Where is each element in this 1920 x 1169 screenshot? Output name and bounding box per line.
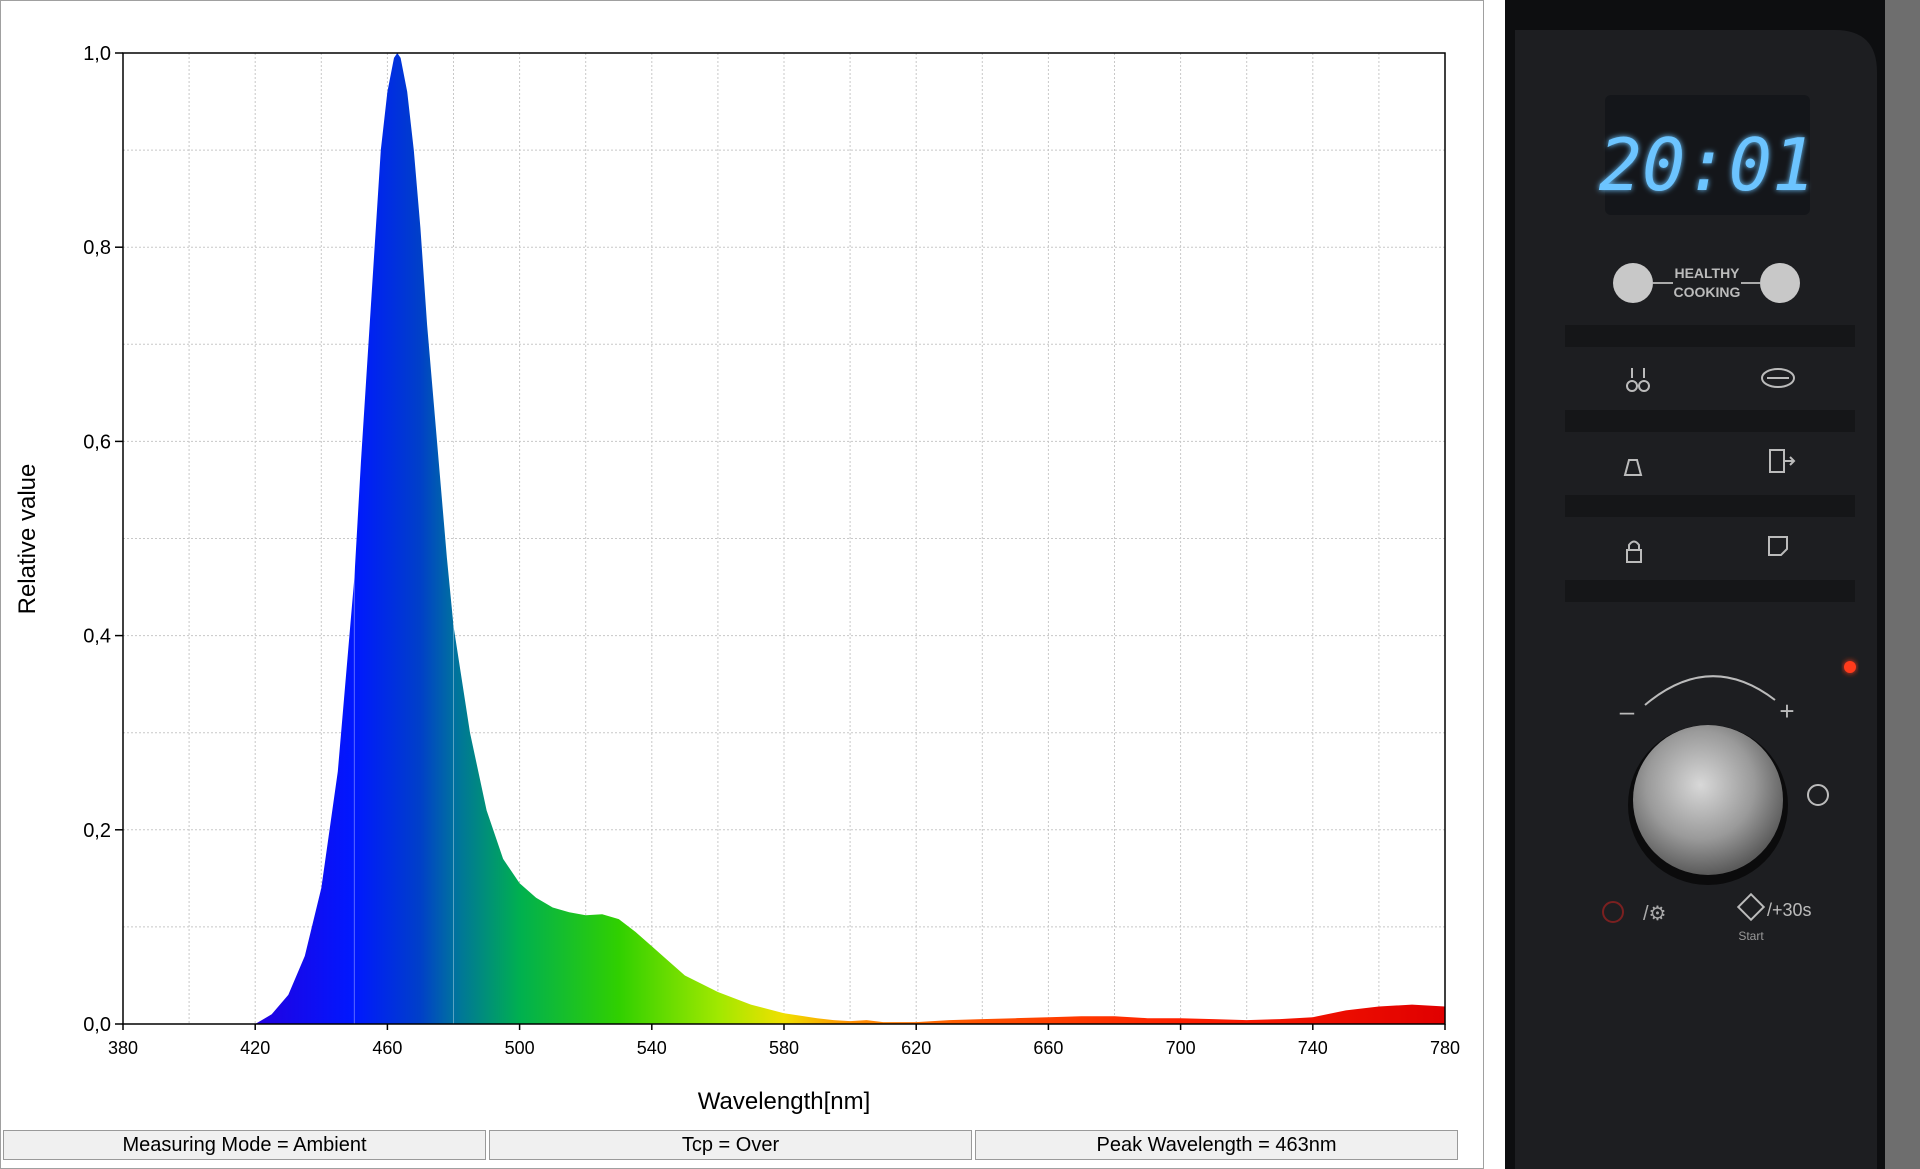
start-label: Start — [1738, 929, 1764, 943]
x-axis-label: Wavelength[nm] — [698, 1088, 871, 1115]
indicator-light — [1844, 661, 1856, 673]
y-tick-label: 0,2 — [83, 820, 111, 842]
x-tick-label: 660 — [1033, 1038, 1063, 1058]
x-tick-label: 780 — [1430, 1038, 1460, 1058]
oven-silver-edge — [1885, 0, 1920, 1169]
grid — [123, 53, 1445, 1024]
y-tick-label: 1,0 — [83, 43, 111, 65]
x-tick-label: 580 — [769, 1038, 799, 1058]
display-time: 20:01 — [1599, 123, 1816, 207]
status-peak-wavelength: Peak Wavelength = 463nm — [975, 1130, 1458, 1160]
x-tick-label: 460 — [372, 1038, 402, 1058]
status-bar: Measuring Mode = Ambient Tcp = Over Peak… — [3, 1130, 1481, 1164]
oven-control-panel-photo: 20:01 HEALTHY COOKING – + /⚙ /+30s Start — [1505, 0, 1920, 1169]
x-tick-label: 500 — [505, 1038, 535, 1058]
x-tick-labels: 380 420 460 500 540 580 620 660 700 740 780 — [108, 1024, 1460, 1058]
dial-minus-label: – — [1620, 696, 1635, 726]
y-tick-labels: 0,0 0,2 0,4 0,6 0,8 1,0 — [83, 43, 123, 1036]
healthy-cooking-label-1: HEALTHY — [1674, 265, 1740, 281]
svg-text:/⚙: /⚙ — [1643, 903, 1667, 925]
healthy-cooking-label-2: COOKING — [1674, 284, 1741, 300]
status-tcp: Tcp = Over — [489, 1130, 972, 1160]
plus30-label: /+30s — [1767, 900, 1812, 920]
status-measuring-mode: Measuring Mode = Ambient — [3, 1130, 486, 1160]
x-tick-label: 740 — [1298, 1038, 1328, 1058]
healthy-cooking-left-icon — [1613, 263, 1653, 303]
x-tick-label: 700 — [1166, 1038, 1196, 1058]
control-knob — [1633, 725, 1783, 875]
y-axis-label: Relative value — [14, 464, 41, 615]
x-tick-label: 380 — [108, 1038, 138, 1058]
dial-plus-label: + — [1779, 696, 1794, 726]
y-tick-label: 0,8 — [83, 237, 111, 259]
y-tick-label: 0,6 — [83, 431, 111, 453]
spectrum-chart-panel: 380 420 460 500 540 580 620 660 700 740 780 0,0 0,2… — [0, 0, 1484, 1169]
healthy-cooking-right-icon — [1760, 263, 1800, 303]
x-tick-label: 540 — [637, 1038, 667, 1058]
x-tick-label: 420 — [240, 1038, 270, 1058]
y-tick-label: 0,0 — [83, 1014, 111, 1036]
y-tick-label: 0,4 — [83, 626, 111, 648]
x-tick-label: 620 — [901, 1038, 931, 1058]
spectrum-chart: 380 420 460 500 540 580 620 660 700 740 780 0,0 0,2… — [14, 43, 1460, 1115]
